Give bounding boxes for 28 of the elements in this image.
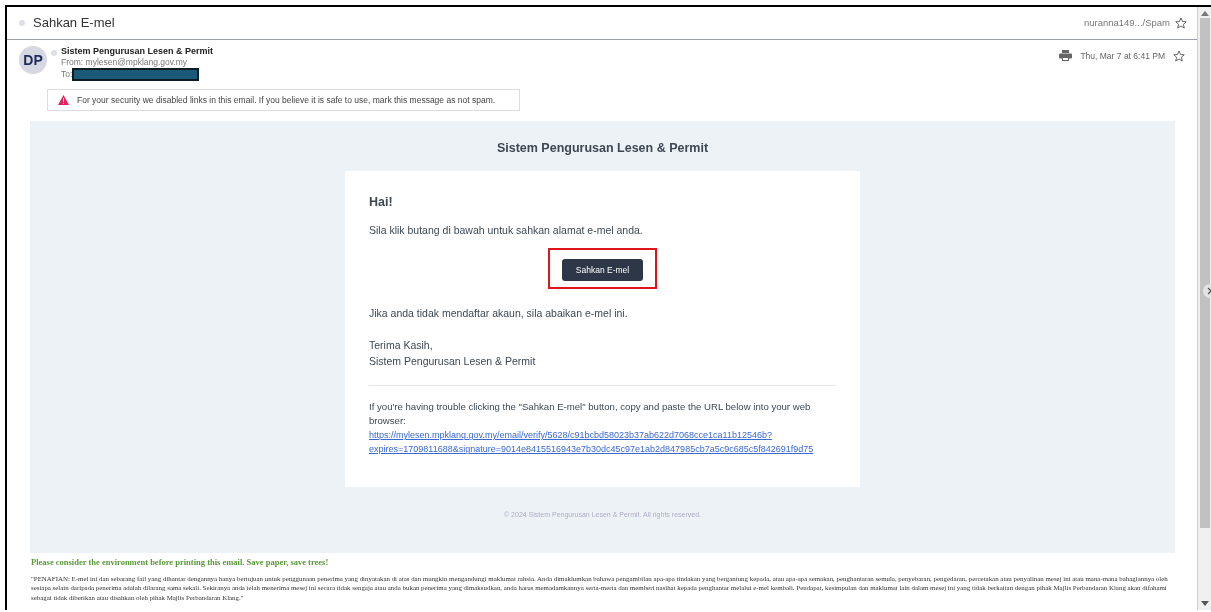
- folder-path: nuranna149.../Spam: [1083, 15, 1170, 30]
- dot-icon: [51, 50, 57, 56]
- email-heading: Sistem Pengurusan Lesen & Permit: [496, 140, 709, 157]
- warning-text: For your security we disabled links in this email. If you believe it is safe to use, mark this message as not spam.: [77, 93, 496, 107]
- star-icon[interactable]: [1173, 50, 1185, 62]
- scroll-up-icon[interactable]: [1200, 11, 1209, 16]
- email-subject: Sahkan E-mel: [33, 14, 115, 33]
- scroll-down-icon[interactable]: [1200, 601, 1209, 606]
- verify-email-button[interactable]: Sahkan E-mel: [561, 258, 644, 282]
- avatar: DP: [19, 46, 47, 74]
- printer-icon[interactable]: [1059, 50, 1073, 61]
- scrollbar[interactable]: [1197, 7, 1211, 610]
- dot-icon: [19, 20, 25, 26]
- sender-name: Sistem Pengurusan Lesen & Permit: [61, 46, 214, 57]
- verify-link[interactable]: https://mylesen.mpklang.gov.my/email/verify/5628/c91bcbd58023b37ab622d7068cce1ca11b12546b?expires=1709811688&signature=9014e8415516943e7b30dc45c97e1ab2d847985cb7a5c9c685c5f842691f9d75: [369, 428, 836, 457]
- warning-icon: [58, 95, 69, 105]
- eco-note: Please consider the environment before printing this email. Save paper, save trees!: [31, 556, 330, 569]
- greeting: Hai!: [369, 193, 394, 211]
- intro-text: Sila klik butang di bawah untuk sahkan alamat e-mel anda.: [369, 222, 644, 238]
- ignore-note: Jika anda tidak mendaftar akaun, sila abaikan e-mel ini.: [369, 306, 629, 322]
- sender-address: From: mylesen@mpklang.gov.my: [61, 57, 189, 68]
- fallback-text: If you're having trouble clicking the "Sahkan E-mel" button, copy and paste the URL below into your web browser:: [369, 400, 812, 429]
- to-label: To:: [61, 69, 73, 80]
- message-date: Thu, Mar 7 at 6:41 PM: [1080, 50, 1165, 63]
- closing-line: Sistem Pengurusan Lesen & Permit: [369, 354, 537, 370]
- scrollbar-thumb[interactable]: [1199, 18, 1210, 528]
- closing-line: Terima Kasih,: [369, 338, 434, 354]
- star-icon[interactable]: [1175, 17, 1187, 29]
